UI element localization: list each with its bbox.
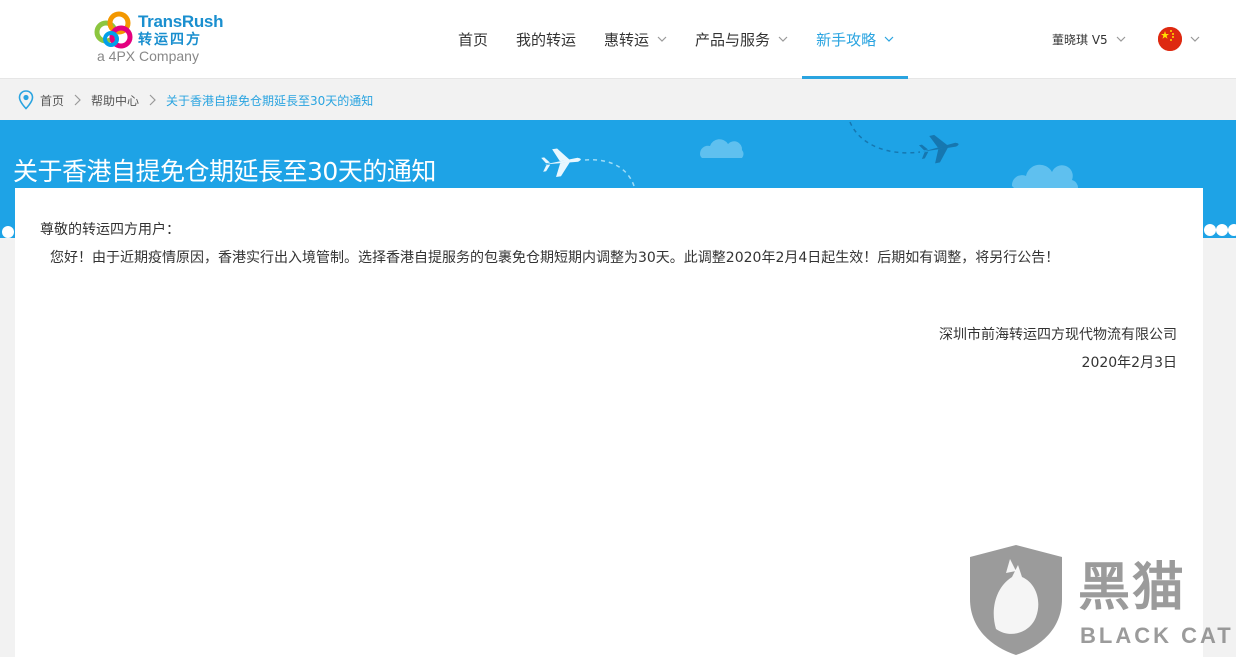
chevron-right-icon <box>74 94 81 106</box>
nav-item-label: 产品与服务 <box>695 30 771 49</box>
language-selector[interactable] <box>1158 0 1200 78</box>
nav-item-label: 首页 <box>458 30 489 49</box>
china-flag-icon <box>1158 27 1182 51</box>
black-cat-watermark: 黑猫 BLACK CAT <box>966 543 1236 657</box>
breadcrumb-home[interactable]: 首页 <box>40 92 64 109</box>
breadcrumb: 首页 帮助中心 关于香港自提免仓期延長至30天的通知 <box>18 88 373 112</box>
breadcrumb-help-center[interactable]: 帮助中心 <box>91 92 139 109</box>
breadcrumb-current: 关于香港自提免仓期延長至30天的通知 <box>166 93 374 108</box>
site-header: TransRush 转运四方 a 4PX Company 首页 我的转运 惠转运… <box>0 0 1236 79</box>
chevron-down-icon <box>884 36 894 42</box>
notice-body: 您好！由于近期疫情原因，香港实行出入境管制。选择香港自提服务的包裹免仓期短期内调… <box>50 250 1060 266</box>
chevron-down-icon <box>657 36 667 42</box>
chevron-right-icon <box>149 94 156 106</box>
transrush-logo-icon <box>94 11 133 49</box>
nav-item-label: 惠转运 <box>604 30 650 49</box>
page-title: 关于香港自提免仓期延長至30天的通知 <box>13 157 436 186</box>
logo-tagline: a 4PX Company <box>97 48 199 64</box>
chevron-down-icon <box>778 36 788 42</box>
nav-item-products-services[interactable]: 产品与服务 <box>681 0 802 78</box>
chevron-down-icon <box>1116 36 1126 42</box>
nav-item-label: 我的转运 <box>516 30 577 49</box>
nav-item-beginner-guide[interactable]: 新手攻略 <box>802 0 909 79</box>
nav-item-promotions[interactable]: 惠转运 <box>590 0 681 78</box>
notice-date: 2020年2月3日 <box>1081 355 1177 371</box>
site-logo[interactable]: TransRush 转运四方 a 4PX Company <box>94 10 224 70</box>
user-name: 董晓琪 V5 <box>1052 32 1108 47</box>
notice-greeting: 尊敬的转运四方用户： <box>40 222 180 238</box>
nav-item-my-transfer[interactable]: 我的转运 <box>502 0 590 78</box>
chevron-down-icon <box>1190 36 1200 42</box>
user-menu[interactable]: 董晓琪 V5 <box>1052 0 1126 78</box>
logo-brand-cn: 转运四方 <box>138 32 202 48</box>
nav-item-label: 新手攻略 <box>816 30 877 49</box>
black-cat-shield-icon <box>970 545 1062 655</box>
notice-signature: 深圳市前海转运四方现代物流有限公司 2020年2月3日 <box>939 321 1177 377</box>
notice-company: 深圳市前海转运四方现代物流有限公司 <box>939 327 1177 343</box>
watermark-text-cn: 黑猫 <box>1078 558 1187 618</box>
watermark-text-en: BLACK CAT <box>1080 623 1234 648</box>
nav-item-home[interactable]: 首页 <box>444 0 502 78</box>
location-pin-icon <box>18 90 34 110</box>
main-nav: 首页 我的转运 惠转运 产品与服务 新手攻略 <box>444 0 909 79</box>
